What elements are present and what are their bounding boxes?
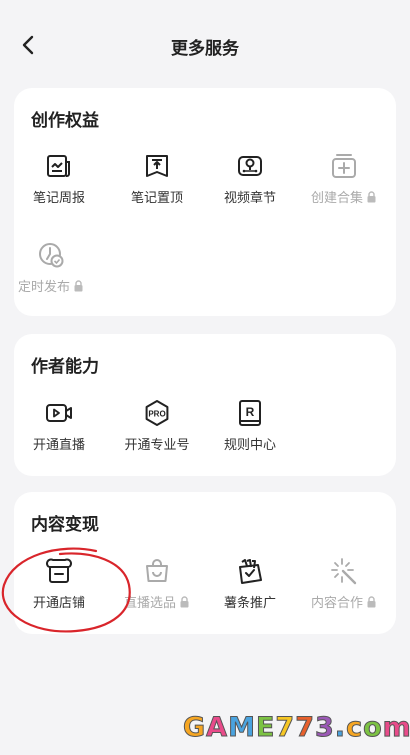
lock-icon: [74, 280, 83, 292]
svg-text:R: R: [246, 405, 255, 419]
pro-badge-icon: PRO: [145, 400, 169, 426]
item-label: 定时发布: [17, 279, 70, 294]
section-content-monetization: 内容变现 开通店铺 直播选品 薯条推广 内容合作: [14, 492, 396, 634]
item-scheduled-publish[interactable]: 定时发布: [6, 241, 96, 311]
lock-icon: [367, 191, 376, 203]
fries-promo-icon: [239, 559, 262, 584]
store-icon: [46, 558, 72, 583]
item-note-weekly-report[interactable]: 笔记周报: [14, 152, 104, 222]
item-label: 薯条推广: [223, 595, 276, 610]
item-note-pin-top[interactable]: 笔记置顶: [112, 152, 202, 222]
section-author-abilities: 作者能力 开通直播 PRO 开通专业号 R 规则中心: [14, 334, 396, 476]
item-label: 内容合作: [310, 595, 363, 610]
rules-book-icon: R: [239, 400, 261, 426]
lock-icon: [367, 596, 376, 608]
item-label-row: 定时发布: [6, 276, 96, 295]
item-create-collection[interactable]: 创建合集: [299, 152, 389, 222]
item-label: 创建合集: [310, 190, 363, 205]
item-fries-promotion[interactable]: 薯条推广: [205, 557, 295, 627]
section-creation-benefits: 创作权益 笔记周报 笔记置顶 视频章节 创建合集 定时发布: [14, 88, 396, 316]
clock-check-icon: [39, 243, 64, 268]
item-label: 视频章节: [223, 190, 276, 205]
section-title: 创作权益: [31, 111, 99, 130]
item-label: 笔记周报: [32, 190, 85, 205]
item-label: 笔记置顶: [130, 190, 183, 205]
section-title: 作者能力: [31, 357, 99, 376]
item-rules-center[interactable]: R 规则中心: [205, 399, 295, 469]
live-camera-icon: [46, 404, 72, 422]
svg-text:PRO: PRO: [148, 410, 165, 419]
chart-report-icon: [47, 155, 70, 177]
item-label-row: 直播选品: [112, 592, 202, 611]
item-open-live[interactable]: 开通直播: [14, 399, 104, 469]
item-label: 开通直播: [32, 437, 85, 452]
item-content-cooperation[interactable]: 内容合作: [299, 557, 389, 627]
item-label: 开通店铺: [32, 595, 85, 610]
lock-icon: [180, 596, 189, 608]
item-label-row: 内容合作: [299, 592, 389, 611]
shopping-bag-icon: [146, 559, 168, 582]
item-video-chapter[interactable]: 视频章节: [205, 152, 295, 222]
watermark: GAME773.com: [182, 712, 410, 744]
page-title: 更多服务: [171, 39, 239, 58]
item-open-store[interactable]: 开通店铺: [14, 557, 104, 627]
section-title: 内容变现: [31, 515, 99, 534]
video-chapter-icon: [238, 156, 262, 176]
item-label-row: 创建合集: [299, 187, 389, 206]
sparkle-wand-icon: [331, 558, 357, 585]
top-bar: 更多服务: [0, 0, 410, 72]
item-label: 开通专业号: [124, 437, 190, 452]
pin-top-icon: [146, 155, 168, 177]
item-label: 直播选品: [123, 595, 176, 610]
collection-add-icon: [332, 154, 356, 178]
item-label: 规则中心: [223, 437, 276, 452]
item-live-product-selection[interactable]: 直播选品: [112, 557, 202, 627]
item-open-pro-account[interactable]: PRO 开通专业号: [112, 399, 202, 469]
